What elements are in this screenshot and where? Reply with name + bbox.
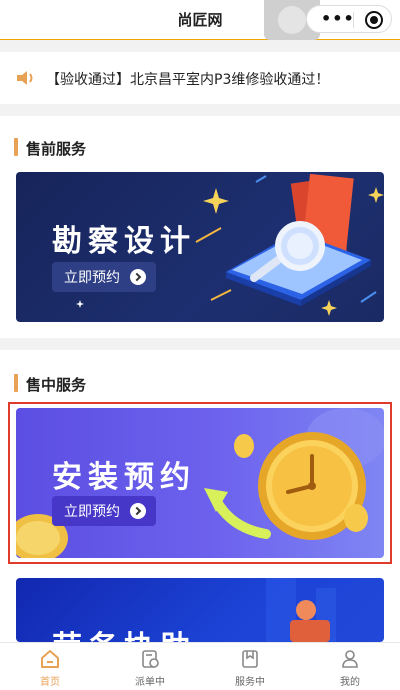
survey-design-banner[interactable]: 勘察设计 立即预约 (16, 172, 384, 322)
section-header: 售中服务 (14, 372, 214, 394)
notice-bar[interactable]: 【验收通过】北京昌平室内P3维修验收通过！ (0, 52, 400, 104)
tab-mine[interactable]: 我的 (300, 643, 400, 690)
dispatch-icon (142, 650, 159, 668)
capsule-divider (353, 12, 354, 28)
bottom-tabbar: 首页 派单中 服务中 我的 (0, 642, 400, 690)
home-icon (41, 650, 59, 668)
top-navbar: 尚匠网 ••• (0, 0, 400, 40)
speaker-icon (17, 71, 33, 85)
book-now-button[interactable]: 立即预约 (52, 262, 156, 292)
section-accent-bar (14, 374, 18, 392)
tab-label: 我的 (340, 677, 360, 688)
user-icon (342, 650, 358, 668)
tab-in-service[interactable]: 服务中 (200, 643, 300, 690)
close-target-icon[interactable] (365, 11, 383, 29)
tab-home[interactable]: 首页 (0, 643, 100, 690)
notice-text: 【验收通过】北京昌平室内P3维修验收通过！ (46, 72, 330, 88)
banner-title: 勘察设计 (52, 224, 196, 259)
section-accent-bar (14, 138, 18, 156)
section-title: 售前服务 (26, 140, 87, 158)
tab-label: 服务中 (235, 677, 265, 688)
service-icon (242, 650, 258, 668)
banner-title: 劳务协助 (52, 622, 196, 642)
section-title: 售中服务 (26, 376, 87, 394)
book-now-label: 立即预约 (64, 270, 120, 286)
highlight-outline (8, 402, 392, 564)
more-menu-button[interactable]: ••• (321, 9, 355, 28)
mini-program-capsule: ••• (306, 5, 392, 33)
tab-label: 首页 (40, 677, 60, 688)
section-header: 售前服务 (14, 136, 214, 158)
arrow-right-icon (130, 269, 146, 285)
tab-dispatching[interactable]: 派单中 (100, 643, 200, 690)
labor-assist-banner[interactable]: 劳务协助 (16, 578, 384, 642)
tab-label: 派单中 (135, 677, 165, 688)
